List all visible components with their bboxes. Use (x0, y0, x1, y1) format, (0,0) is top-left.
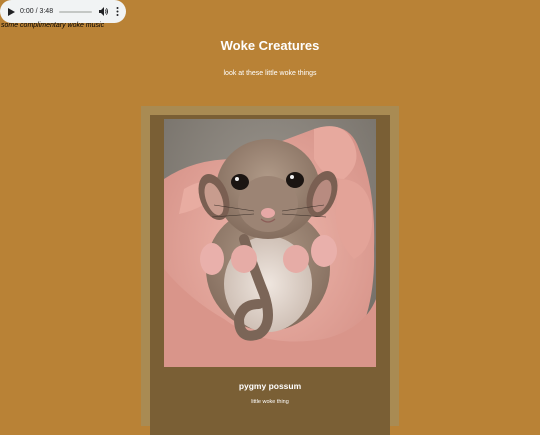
photo-illustration (164, 119, 376, 367)
play-icon (8, 7, 15, 16)
card-caption: little woke thing (251, 399, 289, 405)
creature-card-frame: pygmy possum little woke thing (141, 106, 399, 435)
audio-progress-bar[interactable] (59, 10, 92, 13)
audio-player[interactable]: 0:00 / 3:48 (0, 0, 126, 23)
music-caption: some complimentary woke music (1, 22, 105, 29)
more-vert-icon (116, 7, 119, 16)
creature-card: pygmy possum little woke thing (150, 115, 390, 435)
pygmy-possum-photo (164, 119, 376, 367)
page-title: Woke Creatures (220, 38, 320, 53)
audio-options-button[interactable] (115, 7, 120, 17)
audio-time: 0:00 / 3:48 (20, 8, 54, 15)
card-title: pygmy possum (238, 381, 302, 391)
play-button[interactable] (7, 6, 16, 18)
volume-button[interactable] (98, 7, 109, 17)
volume-icon (98, 7, 108, 16)
page-subtitle: look at these little woke things (223, 70, 317, 77)
